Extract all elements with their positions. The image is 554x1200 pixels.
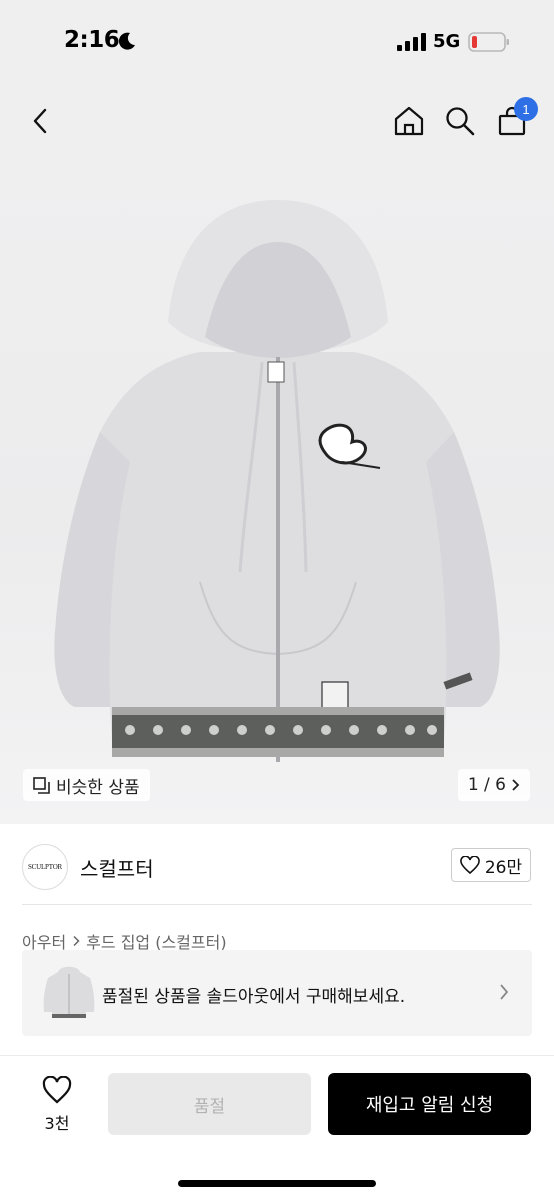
similar-items-icon bbox=[33, 776, 50, 794]
heart-icon bbox=[460, 856, 480, 874]
back-button[interactable] bbox=[18, 99, 62, 143]
status-bar: 2:16 5G bbox=[0, 0, 554, 82]
signal-icon bbox=[397, 33, 426, 51]
soldout-button[interactable]: 품절 bbox=[108, 1073, 311, 1135]
battery-icon bbox=[468, 32, 509, 52]
divider bbox=[22, 904, 532, 905]
network-type: 5G bbox=[433, 31, 461, 52]
cart-count-badge: 1 bbox=[514, 97, 538, 121]
status-time: 2:16 bbox=[64, 27, 120, 53]
brand-like-count: 26만 bbox=[484, 857, 523, 878]
brand-logo-text: SCULPTOR bbox=[27, 863, 63, 871]
soldout-banner[interactable]: 품절된 상품을 솔드아웃에서 구매해보세요. bbox=[22, 950, 532, 1036]
image-pager-count: 1 / 6 bbox=[467, 775, 506, 795]
image-pager[interactable]: 1 / 6 bbox=[457, 769, 530, 801]
chevron-right-icon bbox=[512, 779, 520, 791]
home-icon bbox=[394, 106, 424, 136]
chevron-right-icon bbox=[500, 984, 509, 1000]
brand-name[interactable]: 스컬프터 bbox=[80, 853, 154, 882]
soldout-banner-text: 품절된 상품을 솔드아웃에서 구매해보세요. bbox=[102, 987, 406, 1007]
heart-icon bbox=[42, 1075, 72, 1104]
chevron-right-icon bbox=[73, 935, 80, 947]
search-button[interactable] bbox=[438, 99, 482, 143]
cart-button[interactable]: 1 bbox=[490, 97, 538, 143]
wishlist-button[interactable]: 3천 bbox=[30, 1075, 84, 1134]
moon-icon bbox=[118, 32, 135, 50]
similar-products-label: 비슷한 상품 bbox=[56, 777, 140, 798]
similar-products-button[interactable]: 비슷한 상품 bbox=[23, 769, 150, 801]
top-nav: 1 bbox=[0, 82, 554, 162]
home-button[interactable] bbox=[387, 99, 431, 143]
product-image bbox=[54, 200, 500, 762]
chevron-left-icon bbox=[33, 108, 47, 134]
search-icon bbox=[446, 107, 475, 136]
restock-alert-button[interactable]: 재입고 알림 신청 bbox=[328, 1073, 531, 1135]
brand-logo[interactable]: SCULPTOR bbox=[22, 844, 68, 890]
brand-row: SCULPTOR 스컬프터 26만 bbox=[0, 824, 554, 904]
brand-like-button[interactable]: 26만 bbox=[451, 848, 531, 882]
home-indicator bbox=[178, 1180, 376, 1187]
bottom-action-bar: 3천 품절 재입고 알림 신청 bbox=[0, 1056, 554, 1200]
product-image-carousel[interactable]: 비슷한 상품 1 / 6 bbox=[0, 162, 554, 824]
hoodie-thumbnail bbox=[43, 966, 95, 1018]
wishlist-count: 3천 bbox=[44, 1114, 70, 1133]
